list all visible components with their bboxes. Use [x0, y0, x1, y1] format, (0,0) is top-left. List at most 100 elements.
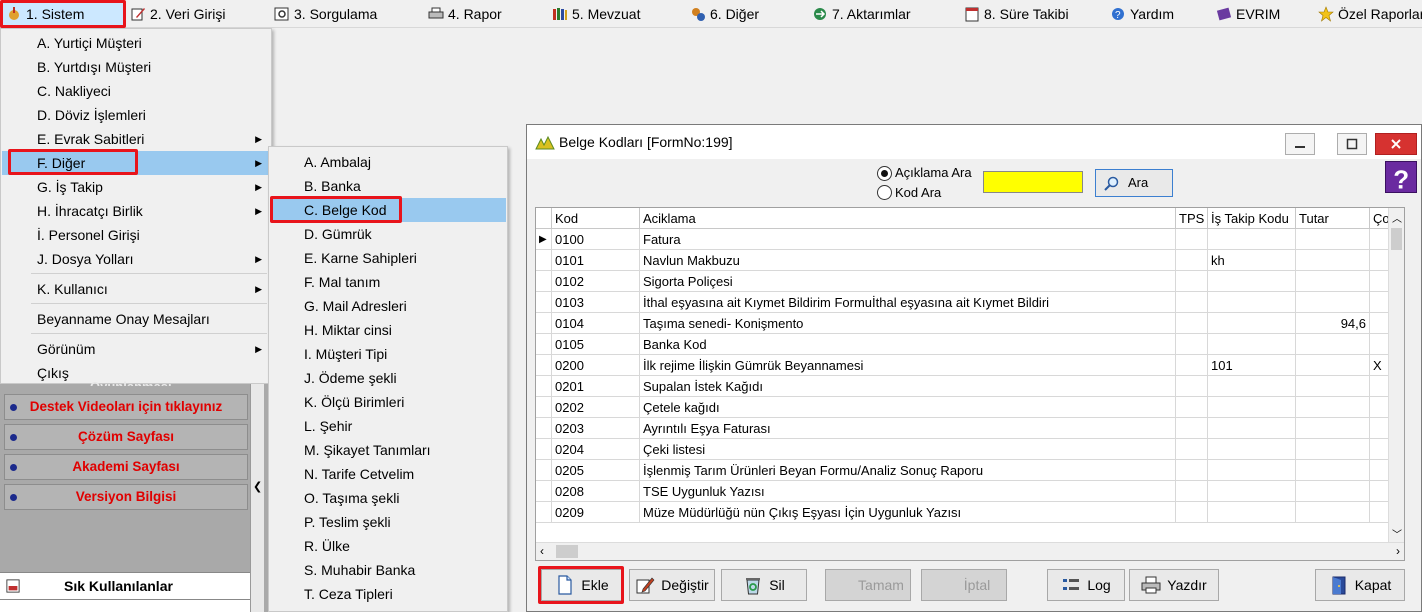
link-versiyon-bilgisi[interactable]: Versiyon Bilgisi: [4, 484, 248, 510]
cell-aciklama[interactable]: Supalan İstek Kağıdı: [640, 376, 1176, 397]
search-button[interactable]: Ara: [1095, 169, 1173, 197]
radio-kod-ara[interactable]: [877, 185, 892, 200]
cell-is-takip-kodu[interactable]: [1208, 460, 1296, 481]
cell-aciklama[interactable]: Müze Müdürlüğü nün Çıkış Eşyası İçin Uyg…: [640, 502, 1176, 523]
cell-tutar[interactable]: [1296, 376, 1370, 397]
table-row[interactable]: 0103 İthal eşyasına ait Kıymet Bildirim F…: [536, 292, 1392, 313]
link-akademi-sayfasi[interactable]: Akademi Sayfası: [4, 454, 248, 480]
cell-aciklama[interactable]: Taşıma senedi- Konişmento: [640, 313, 1176, 334]
table-row[interactable]: 0205 İşlenmiş Tarım Ürünleri Beyan Formu/…: [536, 460, 1392, 481]
yazdir-button[interactable]: Yazdır: [1129, 569, 1219, 601]
cell-is-takip-kodu[interactable]: [1208, 229, 1296, 250]
cell-tutar[interactable]: [1296, 229, 1370, 250]
submenu-item-miktar-cinsi[interactable]: H. Miktar cinsi: [270, 318, 506, 342]
submenu-item-belge-kod[interactable]: C. Belge Kod: [270, 198, 506, 222]
table-row[interactable]: 0208 TSE Uygunluk Yazısı: [536, 481, 1392, 502]
cell-aciklama[interactable]: Sigorta Poliçesi: [640, 271, 1176, 292]
menu-mevzuat[interactable]: 5. Mevzuat: [552, 2, 640, 26]
submenu-item-sehir[interactable]: L. Şehir: [270, 414, 506, 438]
cell-tps[interactable]: [1176, 460, 1208, 481]
table-row[interactable]: 0203 Ayrıntılı Eşya Faturası: [536, 418, 1392, 439]
ekle-button[interactable]: Ekle: [541, 569, 623, 601]
cell-tps[interactable]: [1176, 481, 1208, 502]
cell-tps[interactable]: [1176, 292, 1208, 313]
iptal-button[interactable]: İptal: [921, 569, 1007, 601]
menu-item-gorunum[interactable]: Görünüm ▶: [2, 337, 270, 361]
cell-is-takip-kodu[interactable]: [1208, 334, 1296, 355]
submenu-item-ulke[interactable]: R. Ülke: [270, 534, 506, 558]
cell-aciklama[interactable]: Çetele kağıdı: [640, 397, 1176, 418]
link-destek-videolari[interactable]: Destek Videoları için tıklayınız: [4, 394, 248, 420]
cell-tps[interactable]: [1176, 502, 1208, 523]
cell-kod[interactable]: 0208: [552, 481, 640, 502]
cell-aciklama[interactable]: İşlenmiş Tarım Ürünleri Beyan Formu/Anal…: [640, 460, 1176, 481]
cell-kod[interactable]: 0101: [552, 250, 640, 271]
table-row[interactable]: 0105 Banka Kod: [536, 334, 1392, 355]
submenu-item-mail-adresleri[interactable]: G. Mail Adresleri: [270, 294, 506, 318]
cell-is-takip-kodu[interactable]: [1208, 292, 1296, 313]
cell-kod[interactable]: 0202: [552, 397, 640, 418]
table-row[interactable]: 0104 Taşıma senedi- Konişmento 94,6: [536, 313, 1392, 334]
menu-item-diger[interactable]: F. Diğer ▶: [2, 151, 270, 175]
maximize-button[interactable]: [1337, 133, 1367, 155]
cell-kod[interactable]: 0104: [552, 313, 640, 334]
column-header-aciklama[interactable]: Aciklama: [640, 208, 1176, 229]
cell-tps[interactable]: [1176, 334, 1208, 355]
submenu-item-muhabir-banka[interactable]: S. Muhabir Banka: [270, 558, 506, 582]
menu-diger[interactable]: 6. Diğer: [690, 2, 759, 26]
panel-splitter[interactable]: ❮: [250, 384, 264, 612]
scroll-thumb[interactable]: [1391, 228, 1402, 250]
submenu-item-tasima-sekli[interactable]: O. Taşıma şekli: [270, 486, 506, 510]
cell-aciklama[interactable]: Ayrıntılı Eşya Faturası: [640, 418, 1176, 439]
cell-kod[interactable]: 0100: [552, 229, 640, 250]
sil-button[interactable]: Sil: [721, 569, 807, 601]
menu-aktarimlar[interactable]: 7. Aktarımlar: [812, 2, 911, 26]
search-input[interactable]: [983, 171, 1083, 193]
cell-is-takip-kodu[interactable]: [1208, 502, 1296, 523]
vertical-scrollbar[interactable]: ︿ ﹀: [1388, 208, 1404, 543]
cell-kod[interactable]: 0201: [552, 376, 640, 397]
cell-is-takip-kodu[interactable]: kh: [1208, 250, 1296, 271]
cell-kod[interactable]: 0204: [552, 439, 640, 460]
minimize-button[interactable]: [1285, 133, 1315, 155]
cell-is-takip-kodu[interactable]: [1208, 376, 1296, 397]
menu-item-evrak-sabitleri[interactable]: E. Evrak Sabitleri ▶: [2, 127, 270, 151]
cell-kod[interactable]: 0105: [552, 334, 640, 355]
cell-tutar[interactable]: [1296, 439, 1370, 460]
cell-is-takip-kodu[interactable]: [1208, 397, 1296, 418]
column-header-is-takip-kodu[interactable]: İş Takip Kodu: [1208, 208, 1296, 229]
column-header-kod[interactable]: Kod: [552, 208, 640, 229]
cell-kod[interactable]: 0103: [552, 292, 640, 313]
table-row[interactable]: 0201 Supalan İstek Kağıdı: [536, 376, 1392, 397]
scroll-down-icon[interactable]: ﹀: [1392, 526, 1402, 541]
collapse-arrow-icon[interactable]: ❮: [253, 480, 262, 493]
cell-aciklama[interactable]: Fatura: [640, 229, 1176, 250]
cell-tutar[interactable]: 94,6: [1296, 313, 1370, 334]
cell-tps[interactable]: [1176, 313, 1208, 334]
kapat-button[interactable]: Kapat: [1315, 569, 1405, 601]
cell-is-takip-kodu[interactable]: [1208, 313, 1296, 334]
table-row[interactable]: 0202 Çetele kağıdı: [536, 397, 1392, 418]
cell-is-takip-kodu[interactable]: [1208, 271, 1296, 292]
horizontal-scrollbar[interactable]: ‹ ›: [536, 542, 1404, 560]
cell-tutar[interactable]: [1296, 271, 1370, 292]
cell-aciklama[interactable]: Navlun Makbuzu: [640, 250, 1176, 271]
table-row[interactable]: 0101 Navlun Makbuzu kh: [536, 250, 1392, 271]
menu-item-beyanname-onay[interactable]: Beyanname Onay Mesajları: [2, 307, 270, 331]
cell-tps[interactable]: [1176, 250, 1208, 271]
scroll-up-icon[interactable]: ︿: [1392, 210, 1402, 225]
cell-tutar[interactable]: [1296, 250, 1370, 271]
column-header-tutar[interactable]: Tutar: [1296, 208, 1370, 229]
tamam-button[interactable]: Tamam: [825, 569, 911, 601]
menu-sistem[interactable]: 1. Sistem: [2, 2, 124, 26]
menu-sorgulama[interactable]: 3. Sorgulama: [274, 2, 377, 26]
window-titlebar[interactable]: Belge Kodları [FormNo:199]: [527, 125, 1421, 159]
submenu-item-mal-tanim[interactable]: F. Mal tanım: [270, 270, 506, 294]
scroll-left-icon[interactable]: ‹: [540, 544, 544, 558]
menu-item-ihracatci-birlik[interactable]: H. İhracatçı Birlik ▶: [2, 199, 270, 223]
hscroll-thumb[interactable]: [556, 545, 578, 558]
cell-tps[interactable]: [1176, 271, 1208, 292]
submenu-item-olcu-birimleri[interactable]: K. Ölçü Birimleri: [270, 390, 506, 414]
close-button[interactable]: [1375, 133, 1417, 155]
menu-item-personel-girisi[interactable]: İ. Personel Girişi: [2, 223, 270, 247]
